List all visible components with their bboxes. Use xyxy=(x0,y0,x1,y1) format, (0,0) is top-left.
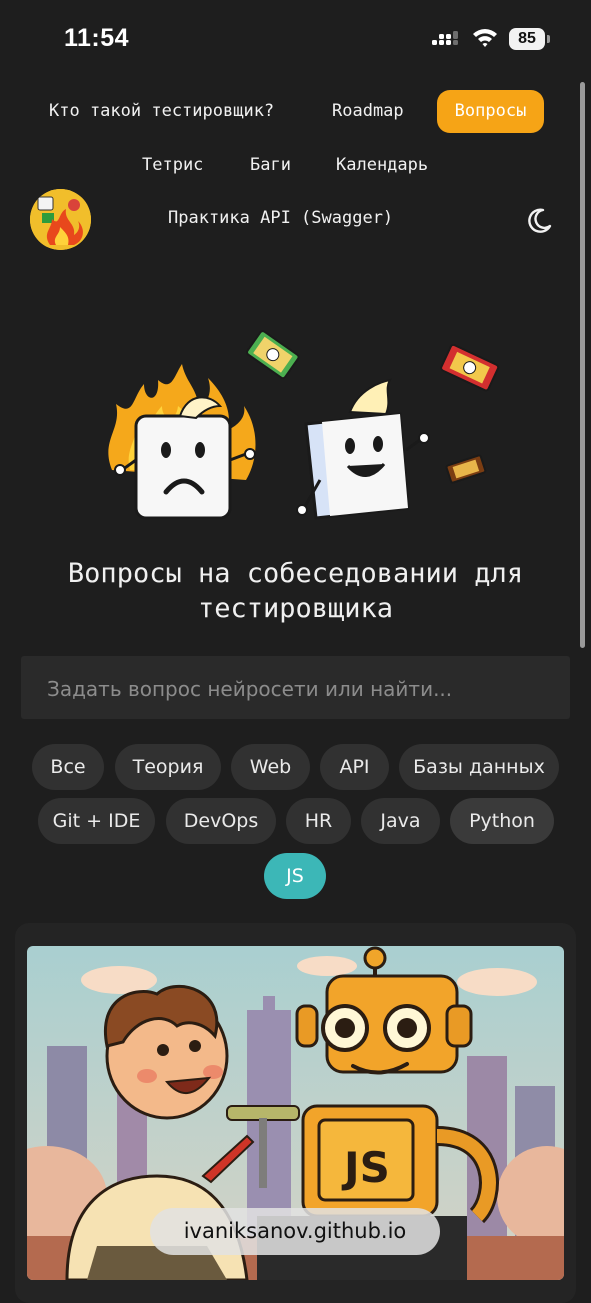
page-title-line-2: тестировщика xyxy=(197,593,394,624)
chip-all[interactable]: Все xyxy=(32,744,104,790)
chip-hr[interactable]: HR xyxy=(286,798,351,844)
robot-js-badge: JS xyxy=(341,1143,390,1192)
chip-theory[interactable]: Теория xyxy=(115,744,221,790)
site-logo-avatar[interactable] xyxy=(30,189,91,250)
search-box[interactable] xyxy=(21,656,570,721)
hero-illustration xyxy=(108,330,500,520)
battery-tip xyxy=(547,35,550,43)
nav-link-api-practice[interactable]: Практика API (Swagger) xyxy=(168,208,393,228)
battery-indicator: 85 xyxy=(509,28,545,50)
fire-logo-icon xyxy=(30,189,91,250)
chip-devops[interactable]: DevOps xyxy=(166,798,276,844)
nav-link-roadmap[interactable]: Roadmap xyxy=(332,101,404,121)
page-title: Вопросы на собеседовании для тестировщик… xyxy=(0,556,591,626)
chip-java[interactable]: Java xyxy=(361,798,440,844)
nav-link-calendar[interactable]: Календарь xyxy=(336,155,428,175)
search-input[interactable] xyxy=(45,656,559,721)
wifi-icon xyxy=(473,29,497,47)
nav-link-bugs[interactable]: Баги xyxy=(250,155,291,175)
chip-python[interactable]: Python xyxy=(450,798,554,844)
status-time: 11:54 xyxy=(64,24,130,52)
nav-link-questions-active[interactable]: Вопросы xyxy=(437,90,544,133)
chip-js-selected[interactable]: JS xyxy=(264,853,326,899)
nav-link-tetris[interactable]: Тетрис xyxy=(142,155,203,175)
chip-databases[interactable]: Базы данных xyxy=(399,744,559,790)
cellular-signal-icon xyxy=(432,31,458,45)
chip-api[interactable]: API xyxy=(320,744,389,790)
nav-link-who-is-tester[interactable]: Кто такой тестировщик? xyxy=(49,101,274,121)
page-title-line-1: Вопросы на собеседовании для xyxy=(67,558,524,589)
theme-toggle-moon-icon[interactable] xyxy=(524,206,554,236)
chip-git-ide[interactable]: Git + IDE xyxy=(38,798,155,844)
chip-web[interactable]: Web xyxy=(231,744,310,790)
browser-url-pill[interactable]: ivaniksanov.github.io xyxy=(150,1208,440,1255)
